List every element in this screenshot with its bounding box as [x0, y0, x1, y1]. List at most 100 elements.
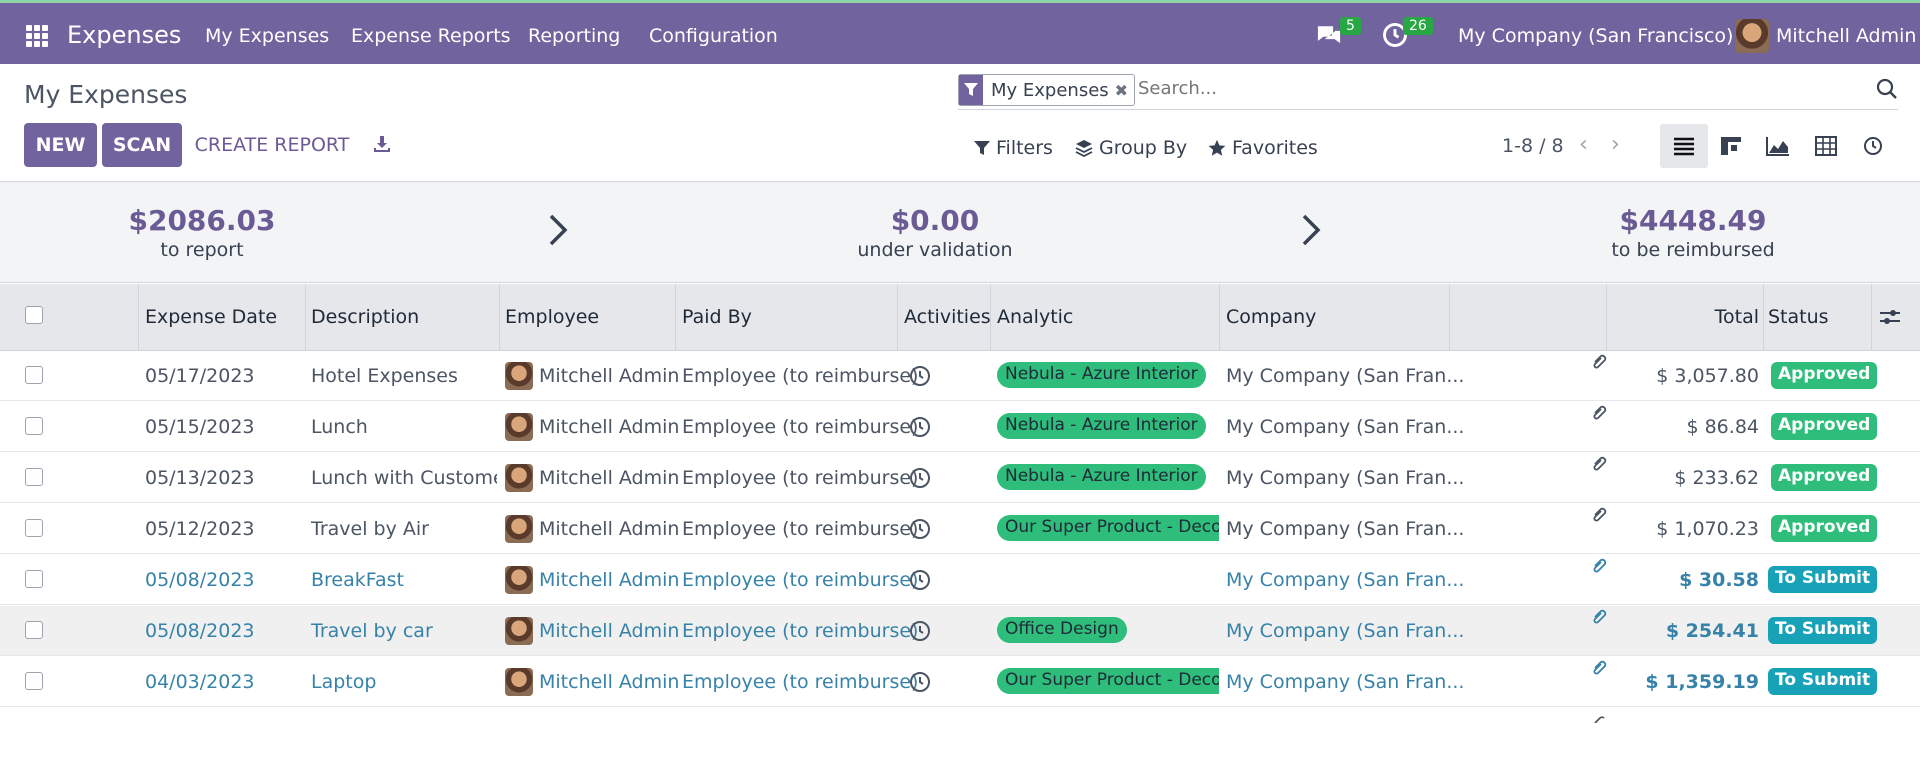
scan-button[interactable]: SCAN	[102, 123, 182, 167]
under-validation-summary[interactable]: $0.00 under validation	[785, 204, 1085, 261]
paperclip-icon[interactable]	[1592, 608, 1608, 626]
header-paid-by[interactable]: Paid By	[682, 306, 752, 328]
expense-summary: $2086.03 to report $0.00 under validatio…	[0, 181, 1920, 283]
to-report-summary[interactable]: $2086.03 to report	[52, 204, 352, 261]
paperclip-icon[interactable]	[1592, 506, 1608, 524]
facet-remove-icon[interactable]: ✖	[1115, 81, 1134, 100]
expense-total: $ 233.62	[1674, 467, 1759, 489]
kanban-view-button[interactable]	[1707, 124, 1755, 168]
table-row[interactable]: 05/12/2023 Travel by Air Mitchell Admin …	[0, 504, 1920, 554]
paperclip-icon[interactable]	[1592, 557, 1608, 575]
header-activities[interactable]: Activities	[904, 306, 991, 328]
row-checkbox[interactable]	[25, 621, 43, 639]
row-checkbox[interactable]	[25, 417, 43, 435]
search-facet: My Expenses ✖	[958, 74, 1136, 106]
paperclip-icon[interactable]	[1592, 404, 1608, 422]
table-header: Expense Date Description Employee Paid B…	[0, 284, 1920, 351]
header-status[interactable]: Status	[1768, 306, 1829, 328]
expense-total: $ 3,057.80	[1656, 365, 1759, 387]
activity-clock-icon[interactable]	[909, 416, 931, 438]
header-total[interactable]: Total	[1715, 306, 1759, 328]
search-input[interactable]	[1138, 78, 1838, 99]
expense-total: $ 86.84	[1686, 416, 1759, 438]
paperclip-icon[interactable]	[1592, 353, 1608, 371]
paperclip-icon[interactable]	[1592, 455, 1608, 473]
company-switcher[interactable]: My Company (San Francisco)	[1458, 25, 1733, 47]
pager-previous-icon[interactable]: ‹	[1579, 132, 1588, 157]
expense-description: Travel by Air	[311, 518, 429, 540]
table-row[interactable]: 05/15/2023 Lunch Mitchell Admin Employee…	[0, 402, 1920, 452]
row-checkbox[interactable]	[25, 468, 43, 486]
employee-name: Mitchell Admin	[539, 518, 680, 540]
company-name: My Company (San Fran...	[1226, 467, 1465, 489]
chevron-right-icon	[1296, 210, 1326, 250]
expense-total: $ 30.58	[1679, 569, 1759, 591]
activity-clock-icon[interactable]	[909, 569, 931, 591]
activity-clock-icon[interactable]	[909, 518, 931, 540]
paid-by: Employee (to reimburse)	[682, 671, 919, 693]
activity-clock-icon[interactable]	[909, 467, 931, 489]
search-icon[interactable]	[1876, 78, 1898, 100]
pager-next-icon[interactable]: ›	[1611, 132, 1620, 157]
pager-value[interactable]: 1-8 / 8	[1502, 135, 1564, 157]
analytic-tag: Office Design	[997, 617, 1127, 643]
employee-avatar	[505, 413, 533, 441]
employee-name: Mitchell Admin	[539, 467, 680, 489]
favorites-button[interactable]: Favorites	[1208, 137, 1318, 159]
analytic-tag: Nebula - Azure Interior	[997, 362, 1206, 388]
to-be-reimbursed-value: $4448.49	[1619, 204, 1767, 237]
select-all-checkbox[interactable]	[25, 306, 43, 324]
employee-avatar	[505, 566, 533, 594]
employee-avatar	[505, 362, 533, 390]
optional-columns-icon[interactable]	[1879, 307, 1901, 327]
menu-my-expenses[interactable]: My Expenses	[205, 25, 329, 47]
employee-name: Mitchell Admin	[539, 671, 680, 693]
row-checkbox[interactable]	[25, 672, 43, 690]
table-row[interactable]: 04/03/2023 Laptop Mitchell Admin Employe…	[0, 657, 1920, 707]
page-title[interactable]: My Expenses	[24, 80, 187, 109]
table-row[interactable]: 05/13/2023 Lunch with Customer Mitchell …	[0, 453, 1920, 503]
paid-by: Employee (to reimburse)	[682, 416, 919, 438]
status-badge: Approved	[1771, 362, 1878, 389]
expense-description: Lunch	[311, 416, 368, 438]
user-avatar[interactable]	[1735, 19, 1769, 53]
menu-reporting[interactable]: Reporting	[528, 25, 620, 47]
row-checkbox[interactable]	[25, 519, 43, 537]
table-row[interactable]: 05/08/2023 BreakFast Mitchell Admin Empl…	[0, 555, 1920, 605]
activities-badge: 26	[1403, 17, 1433, 35]
row-checkbox[interactable]	[25, 570, 43, 588]
list-icon	[1674, 137, 1694, 156]
menu-configuration[interactable]: Configuration	[649, 25, 778, 47]
group-by-button[interactable]: Group By	[1075, 137, 1187, 159]
company-name: My Company (San Fran...	[1226, 620, 1465, 642]
filters-button[interactable]: Filters	[974, 137, 1053, 159]
header-analytic[interactable]: Analytic	[997, 306, 1073, 328]
activity-clock-icon[interactable]	[909, 365, 931, 387]
user-menu[interactable]: Mitchell Admin	[1776, 25, 1916, 47]
row-checkbox[interactable]	[25, 366, 43, 384]
activity-clock-icon[interactable]	[909, 671, 931, 693]
activity-clock-icon[interactable]	[909, 620, 931, 642]
paperclip-icon	[1592, 708, 1608, 726]
menu-expense-reports[interactable]: Expense Reports	[351, 25, 511, 47]
activity-view-button[interactable]	[1849, 124, 1897, 168]
app-name[interactable]: Expenses	[67, 21, 181, 49]
clock-icon	[1864, 137, 1882, 155]
header-company[interactable]: Company	[1226, 306, 1316, 328]
apps-grid-icon[interactable]	[26, 25, 48, 47]
pivot-view-button[interactable]	[1802, 124, 1850, 168]
paperclip-icon[interactable]	[1592, 659, 1608, 677]
table-row[interactable]: 05/08/2023 Travel by car Mitchell Admin …	[0, 606, 1920, 656]
to-be-reimbursed-summary[interactable]: $4448.49 to be reimbursed	[1543, 204, 1843, 261]
header-description[interactable]: Description	[311, 306, 419, 328]
table-row[interactable]: 05/17/2023 Hotel Expenses Mitchell Admin…	[0, 351, 1920, 401]
header-expense-date[interactable]: Expense Date	[145, 306, 277, 328]
header-employee[interactable]: Employee	[505, 306, 599, 328]
new-button[interactable]: NEW	[24, 123, 97, 167]
graph-view-button[interactable]	[1754, 124, 1802, 168]
to-report-label: to report	[160, 239, 244, 261]
create-report-button[interactable]: CREATE REPORT	[192, 123, 352, 167]
list-view-button[interactable]	[1660, 124, 1708, 168]
paid-by: Employee (to reimburse)	[682, 569, 919, 591]
download-icon[interactable]	[372, 134, 392, 154]
